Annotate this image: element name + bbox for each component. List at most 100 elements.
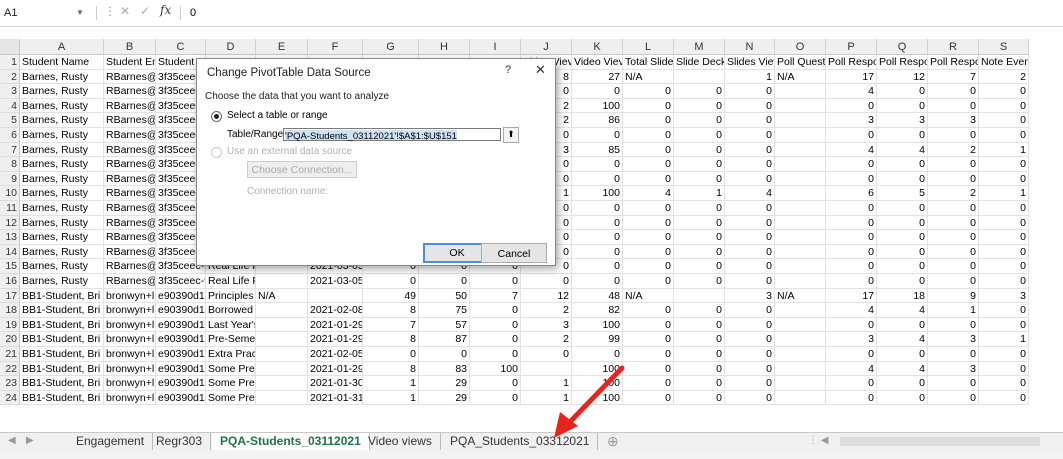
table-cell[interactable]: 2 (521, 303, 572, 318)
table-cell[interactable]: 100 (470, 361, 521, 377)
table-cell[interactable]: 0 (674, 171, 725, 187)
table-cell[interactable]: Barnes, Rusty (20, 171, 104, 187)
table-cell[interactable]: BB1-Student, Bri (20, 332, 104, 347)
column-header[interactable]: H (419, 39, 470, 55)
row-header[interactable]: 8 (0, 157, 20, 172)
scroll-handle[interactable]: ⋮ ◀ (808, 435, 828, 446)
table-cell[interactable]: 0 (623, 259, 674, 274)
column-header[interactable]: B (104, 39, 156, 55)
select-range-radio[interactable] (211, 111, 222, 122)
table-cell[interactable]: 8 (363, 361, 419, 377)
table-cell[interactable]: 75 (419, 303, 470, 318)
table-cell[interactable]: 3 (725, 288, 775, 304)
row-header[interactable]: 18 (0, 303, 20, 318)
table-cell[interactable]: BB1-Student, Bri (20, 317, 104, 333)
table-cell[interactable]: 0 (979, 317, 1029, 333)
table-cell[interactable]: 0 (725, 128, 775, 143)
column-header[interactable]: O (775, 39, 826, 55)
table-cell[interactable]: RBarnes@ (104, 113, 156, 128)
table-cell[interactable]: 57 (419, 317, 470, 333)
column-header[interactable]: K (572, 39, 623, 55)
table-cell[interactable]: 0 (572, 230, 623, 245)
table-cell[interactable]: 0 (877, 244, 928, 260)
table-cell[interactable]: RBarnes@ (104, 171, 156, 187)
table-cell[interactable]: 4 (826, 142, 877, 158)
table-cell[interactable]: 18 (877, 288, 928, 304)
table-cell[interactable]: 0 (826, 215, 877, 231)
table-cell[interactable]: 83 (419, 361, 470, 377)
column-header[interactable]: G (363, 39, 419, 55)
table-cell[interactable] (775, 332, 826, 347)
table-cell[interactable] (256, 347, 308, 362)
table-cell[interactable]: 0 (623, 201, 674, 216)
horizontal-scrollbar[interactable] (840, 437, 1040, 446)
table-cell[interactable]: 0 (674, 347, 725, 362)
table-cell[interactable]: 86 (572, 113, 623, 128)
header-cell[interactable]: Total Slide (623, 55, 674, 70)
table-cell[interactable] (775, 303, 826, 318)
table-cell[interactable]: 0 (877, 98, 928, 114)
formula-input[interactable]: 0 (190, 5, 196, 21)
table-cell[interactable]: Barnes, Rusty (20, 274, 104, 289)
table-cell[interactable]: 0 (826, 201, 877, 216)
table-cell[interactable]: 1 (928, 303, 979, 318)
table-cell[interactable]: 0 (877, 259, 928, 274)
table-cell[interactable]: 0 (470, 303, 521, 318)
table-cell[interactable]: 0 (979, 113, 1029, 128)
table-cell[interactable]: 0 (623, 274, 674, 289)
table-cell[interactable]: 0 (725, 259, 775, 274)
table-cell[interactable]: 0 (725, 84, 775, 99)
column-header[interactable]: D (206, 39, 256, 55)
table-cell[interactable]: 0 (979, 157, 1029, 172)
table-cell[interactable]: 0 (877, 128, 928, 143)
table-cell[interactable]: 4 (877, 303, 928, 318)
table-cell[interactable]: RBarnes@ (104, 128, 156, 143)
table-cell[interactable]: 50 (419, 288, 470, 304)
table-cell[interactable]: 0 (979, 259, 1029, 274)
table-cell[interactable]: 0 (979, 390, 1029, 406)
table-cell[interactable]: 0 (725, 157, 775, 172)
row-header[interactable]: 13 (0, 230, 20, 245)
table-cell[interactable]: 0 (826, 347, 877, 362)
table-cell[interactable]: 7 (470, 288, 521, 304)
table-cell[interactable] (775, 142, 826, 158)
row-header[interactable]: 4 (0, 98, 20, 114)
table-cell[interactable]: 2021-03-05 (308, 274, 363, 289)
select-range-label[interactable]: Select a table or range (227, 110, 328, 121)
table-cell[interactable]: 0 (826, 171, 877, 187)
table-cell[interactable] (775, 361, 826, 377)
table-cell[interactable] (674, 288, 725, 304)
table-cell[interactable]: RBarnes@ (104, 201, 156, 216)
table-cell[interactable] (775, 376, 826, 391)
row-header[interactable]: 24 (0, 390, 20, 406)
table-cell[interactable] (775, 186, 826, 201)
table-cell[interactable]: Barnes, Rusty (20, 201, 104, 216)
table-cell[interactable]: 0 (674, 390, 725, 406)
table-cell[interactable]: 0 (572, 244, 623, 260)
table-cell[interactable]: 2021-01-29 (308, 332, 363, 347)
table-cell[interactable]: 82 (572, 303, 623, 318)
table-cell[interactable]: 0 (674, 244, 725, 260)
table-cell[interactable]: 0 (725, 347, 775, 362)
table-cell[interactable]: Barnes, Rusty (20, 230, 104, 245)
table-cell[interactable]: Borrowed (206, 303, 256, 318)
table-cell[interactable]: e90390d1-ab44-4a7c (156, 376, 206, 391)
table-cell[interactable]: e90390d1-ab44-4a7c (156, 347, 206, 362)
table-cell[interactable] (775, 215, 826, 231)
header-cell[interactable]: Slides View (725, 55, 775, 70)
column-header[interactable]: S (979, 39, 1029, 55)
row-header[interactable]: 6 (0, 128, 20, 143)
external-source-radio[interactable] (211, 147, 222, 158)
table-cell[interactable]: 2021-02-08 (308, 303, 363, 318)
row-header[interactable]: 20 (0, 332, 20, 347)
table-cell[interactable] (256, 361, 308, 377)
table-cell[interactable]: 0 (572, 128, 623, 143)
table-cell[interactable]: e90390d1-ab44-4a7c (156, 317, 206, 333)
row-header[interactable]: 23 (0, 376, 20, 391)
table-cell[interactable]: bronwyn+l (104, 390, 156, 406)
table-cell[interactable]: BB1-Student, Bri (20, 347, 104, 362)
table-cell[interactable]: 2 (979, 69, 1029, 85)
table-cell[interactable]: 0 (623, 317, 674, 333)
table-cell[interactable]: 0 (623, 361, 674, 377)
table-cell[interactable] (674, 69, 725, 85)
